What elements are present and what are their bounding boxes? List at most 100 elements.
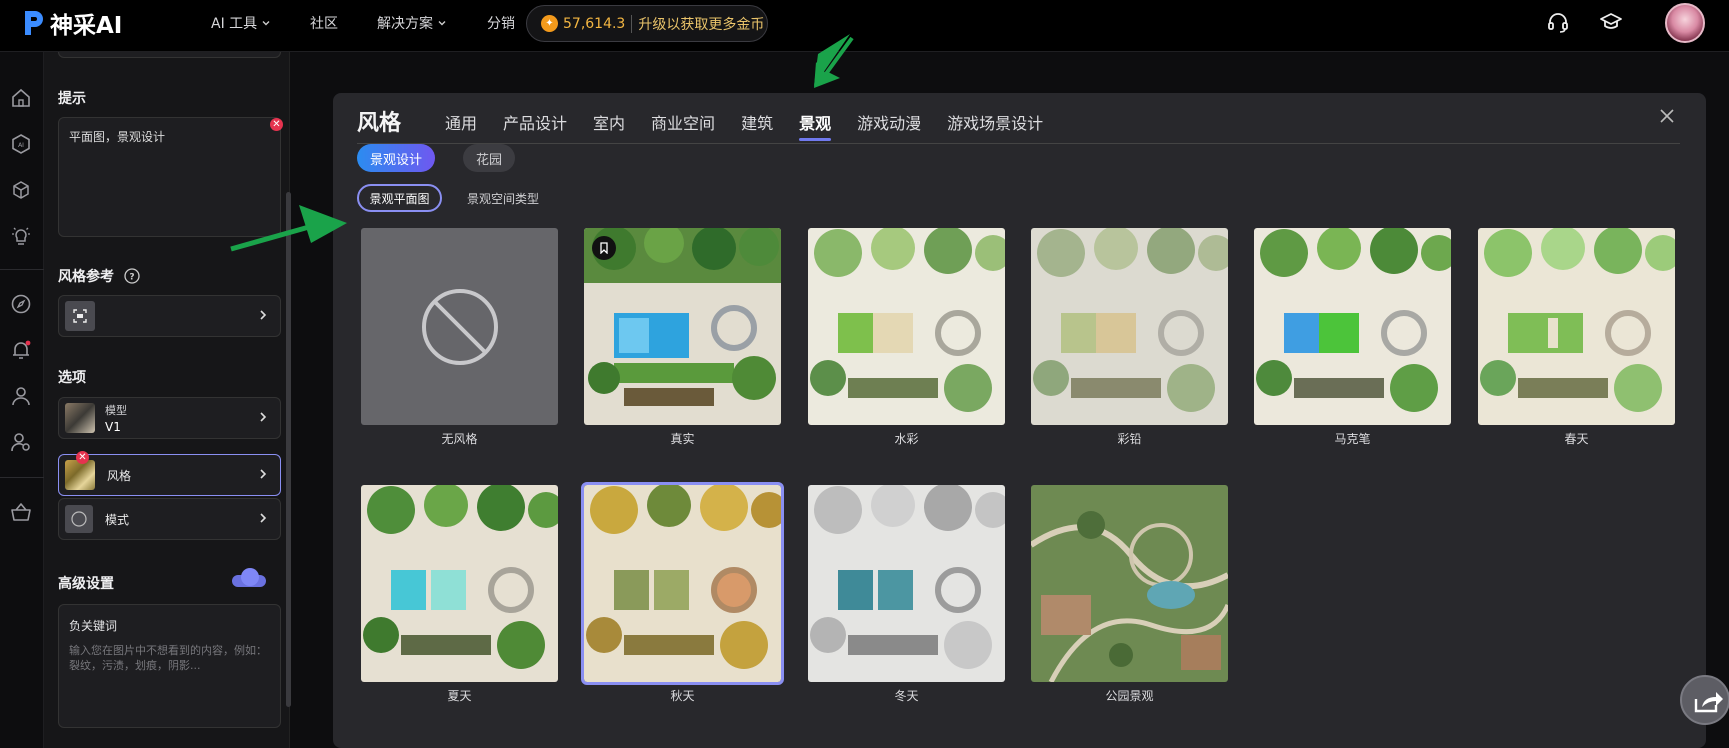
tab-game-scene-design[interactable]: 游戏场景设计 (947, 110, 1043, 140)
coin-balance: 57,614.3 (563, 15, 626, 32)
chevron-right-icon (260, 513, 267, 523)
tab-architecture[interactable]: 建筑 (741, 110, 773, 140)
tab-commercial-space[interactable]: 商业空间 (651, 110, 715, 140)
style-reference-label: 风格参考 (58, 269, 114, 285)
advanced-settings-label: 高级设置 (58, 576, 114, 592)
style-label: 风格 (107, 468, 132, 483)
options-label: 选项 (58, 370, 86, 386)
style-card-winter[interactable] (808, 485, 1005, 682)
model-thumbnail (65, 403, 95, 433)
ai-icon[interactable]: AI (10, 133, 32, 155)
user-icon[interactable] (10, 385, 32, 407)
clear-style-icon[interactable]: ✕ (76, 451, 89, 464)
coin-balance-pill[interactable]: ✦ 57,614.3 升级以获取更多金币 (526, 5, 768, 42)
negative-prompt-input[interactable]: 负关键词 输入您在图片中不想看到的内容，例如：裂纹，污渍，划痕，阴影... (58, 604, 281, 728)
pill-garden[interactable]: 花园 (463, 144, 515, 172)
style-card-realistic[interactable] (584, 228, 781, 425)
style-card-summer[interactable] (361, 485, 558, 682)
model-value: V1 (105, 420, 121, 434)
help-icon[interactable]: ? (124, 268, 140, 284)
nav-community[interactable]: 社区 (310, 0, 338, 46)
style-thumbnail (65, 460, 95, 490)
user-settings-icon[interactable] (10, 431, 32, 453)
style-modal: 风格 通用 产品设计 室内 商业空间 建筑 景观 游戏动漫 游戏场景设计 景观设… (333, 93, 1706, 748)
chevron-right-icon (260, 412, 267, 422)
landscape-plan-thumbnail (1478, 228, 1675, 425)
category-tabs: 通用 产品设计 室内 商业空间 建筑 景观 游戏动漫 游戏场景设计 (445, 110, 1069, 141)
prompt-text: 平面图，景观设计 (69, 130, 166, 144)
bell-icon[interactable] (10, 339, 32, 361)
mode-label: 模式 (105, 512, 130, 527)
chevron-right-icon (260, 469, 267, 479)
coin-icon: ✦ (541, 15, 558, 32)
style-label-spring: 春天 (1564, 432, 1589, 446)
style-label-summer: 夏天 (447, 689, 472, 703)
style-label-winter: 冬天 (894, 689, 919, 703)
settings-panel: 提示 平面图，景观设计 ✕ 风格参考 ? 选项 模型 V1 风格 ✕ 模式 高级… (44, 52, 291, 748)
svg-text:?: ? (129, 273, 134, 283)
basket-icon[interactable] (10, 501, 32, 523)
mode-selector[interactable]: 模式 (58, 498, 281, 540)
graduation-cap-icon[interactable] (1599, 10, 1623, 34)
negative-prompt-placeholder: 输入您在图片中不想看到的内容，例如：裂纹，污渍，划痕，阴影... (69, 644, 267, 672)
style-label-park: 公园景观 (1105, 689, 1154, 703)
mode-icon (65, 505, 93, 533)
tabs-divider (357, 143, 1680, 144)
model-selector[interactable]: 模型 V1 (58, 397, 281, 439)
avatar[interactable] (1665, 3, 1705, 43)
tab-interior[interactable]: 室内 (593, 110, 625, 140)
style-card-spring[interactable] (1478, 228, 1675, 425)
clear-prompt-icon[interactable]: ✕ (270, 118, 283, 131)
bookmark-icon[interactable] (592, 236, 616, 260)
icon-rail: AI (0, 52, 44, 748)
home-icon[interactable] (10, 87, 32, 109)
style-card-none[interactable] (361, 228, 558, 425)
negative-prompt-label: 负关键词 (69, 619, 118, 633)
toggle-knob (241, 568, 259, 586)
annotation-arrow-icon (814, 34, 854, 88)
chevron-down-icon (438, 21, 446, 26)
upgrade-link[interactable]: 升级以获取更多金币 (638, 14, 764, 34)
brand-name: 神采AI (50, 13, 123, 39)
subtab-landscape-space-type[interactable]: 景观空间类型 (463, 184, 543, 212)
style-label-autumn: 秋天 (670, 689, 695, 703)
lightbulb-icon[interactable] (10, 225, 32, 247)
tab-product-design[interactable]: 产品设计 (503, 110, 567, 140)
style-selector[interactable]: 风格 (58, 454, 281, 496)
cube-icon[interactable] (10, 179, 32, 201)
chevron-right-icon (260, 310, 267, 320)
tab-game-anime[interactable]: 游戏动漫 (857, 110, 921, 140)
headset-icon[interactable] (1546, 10, 1570, 34)
nav-distribution[interactable]: 分销 (487, 0, 515, 46)
tab-general[interactable]: 通用 (445, 110, 477, 140)
landscape-plan-thumbnail (808, 485, 1005, 682)
landscape-plan-thumbnail (361, 485, 558, 682)
divider (0, 477, 44, 478)
panel-scrollbar[interactable] (286, 192, 291, 707)
nav-solutions-label: 解决方案 (377, 16, 433, 32)
style-card-park[interactable] (1031, 485, 1228, 682)
style-label-colored-pencil: 彩铅 (1117, 432, 1142, 446)
style-card-colored-pencil[interactable] (1031, 228, 1228, 425)
tab-landscape[interactable]: 景观 (799, 110, 832, 141)
style-card-autumn[interactable] (581, 482, 784, 685)
landscape-plan-thumbnail (808, 228, 1005, 425)
style-card-marker[interactable] (1254, 228, 1451, 425)
subtab-landscape-plan[interactable]: 景观平面图 (357, 184, 442, 212)
compass-icon[interactable] (10, 293, 32, 315)
style-reference-picker[interactable] (58, 295, 281, 337)
logo-mark-icon (25, 11, 43, 35)
style-card-watercolor[interactable] (808, 228, 1005, 425)
annotation-arrow-icon (230, 205, 347, 252)
nav-ai-tools[interactable]: AI 工具 (211, 0, 271, 46)
pill-landscape-design[interactable]: 景观设计 (357, 144, 435, 172)
share-button[interactable] (1680, 675, 1729, 725)
landscape-plan-thumbnail (1031, 485, 1228, 682)
close-icon[interactable] (1658, 107, 1676, 125)
divider (631, 14, 633, 33)
nav-solutions[interactable]: 解决方案 (377, 0, 447, 46)
brand-logo[interactable]: 神采AI (22, 6, 122, 40)
style-label-realistic: 真实 (670, 432, 695, 446)
no-style-icon (421, 288, 498, 365)
image-upload-icon (65, 301, 95, 331)
